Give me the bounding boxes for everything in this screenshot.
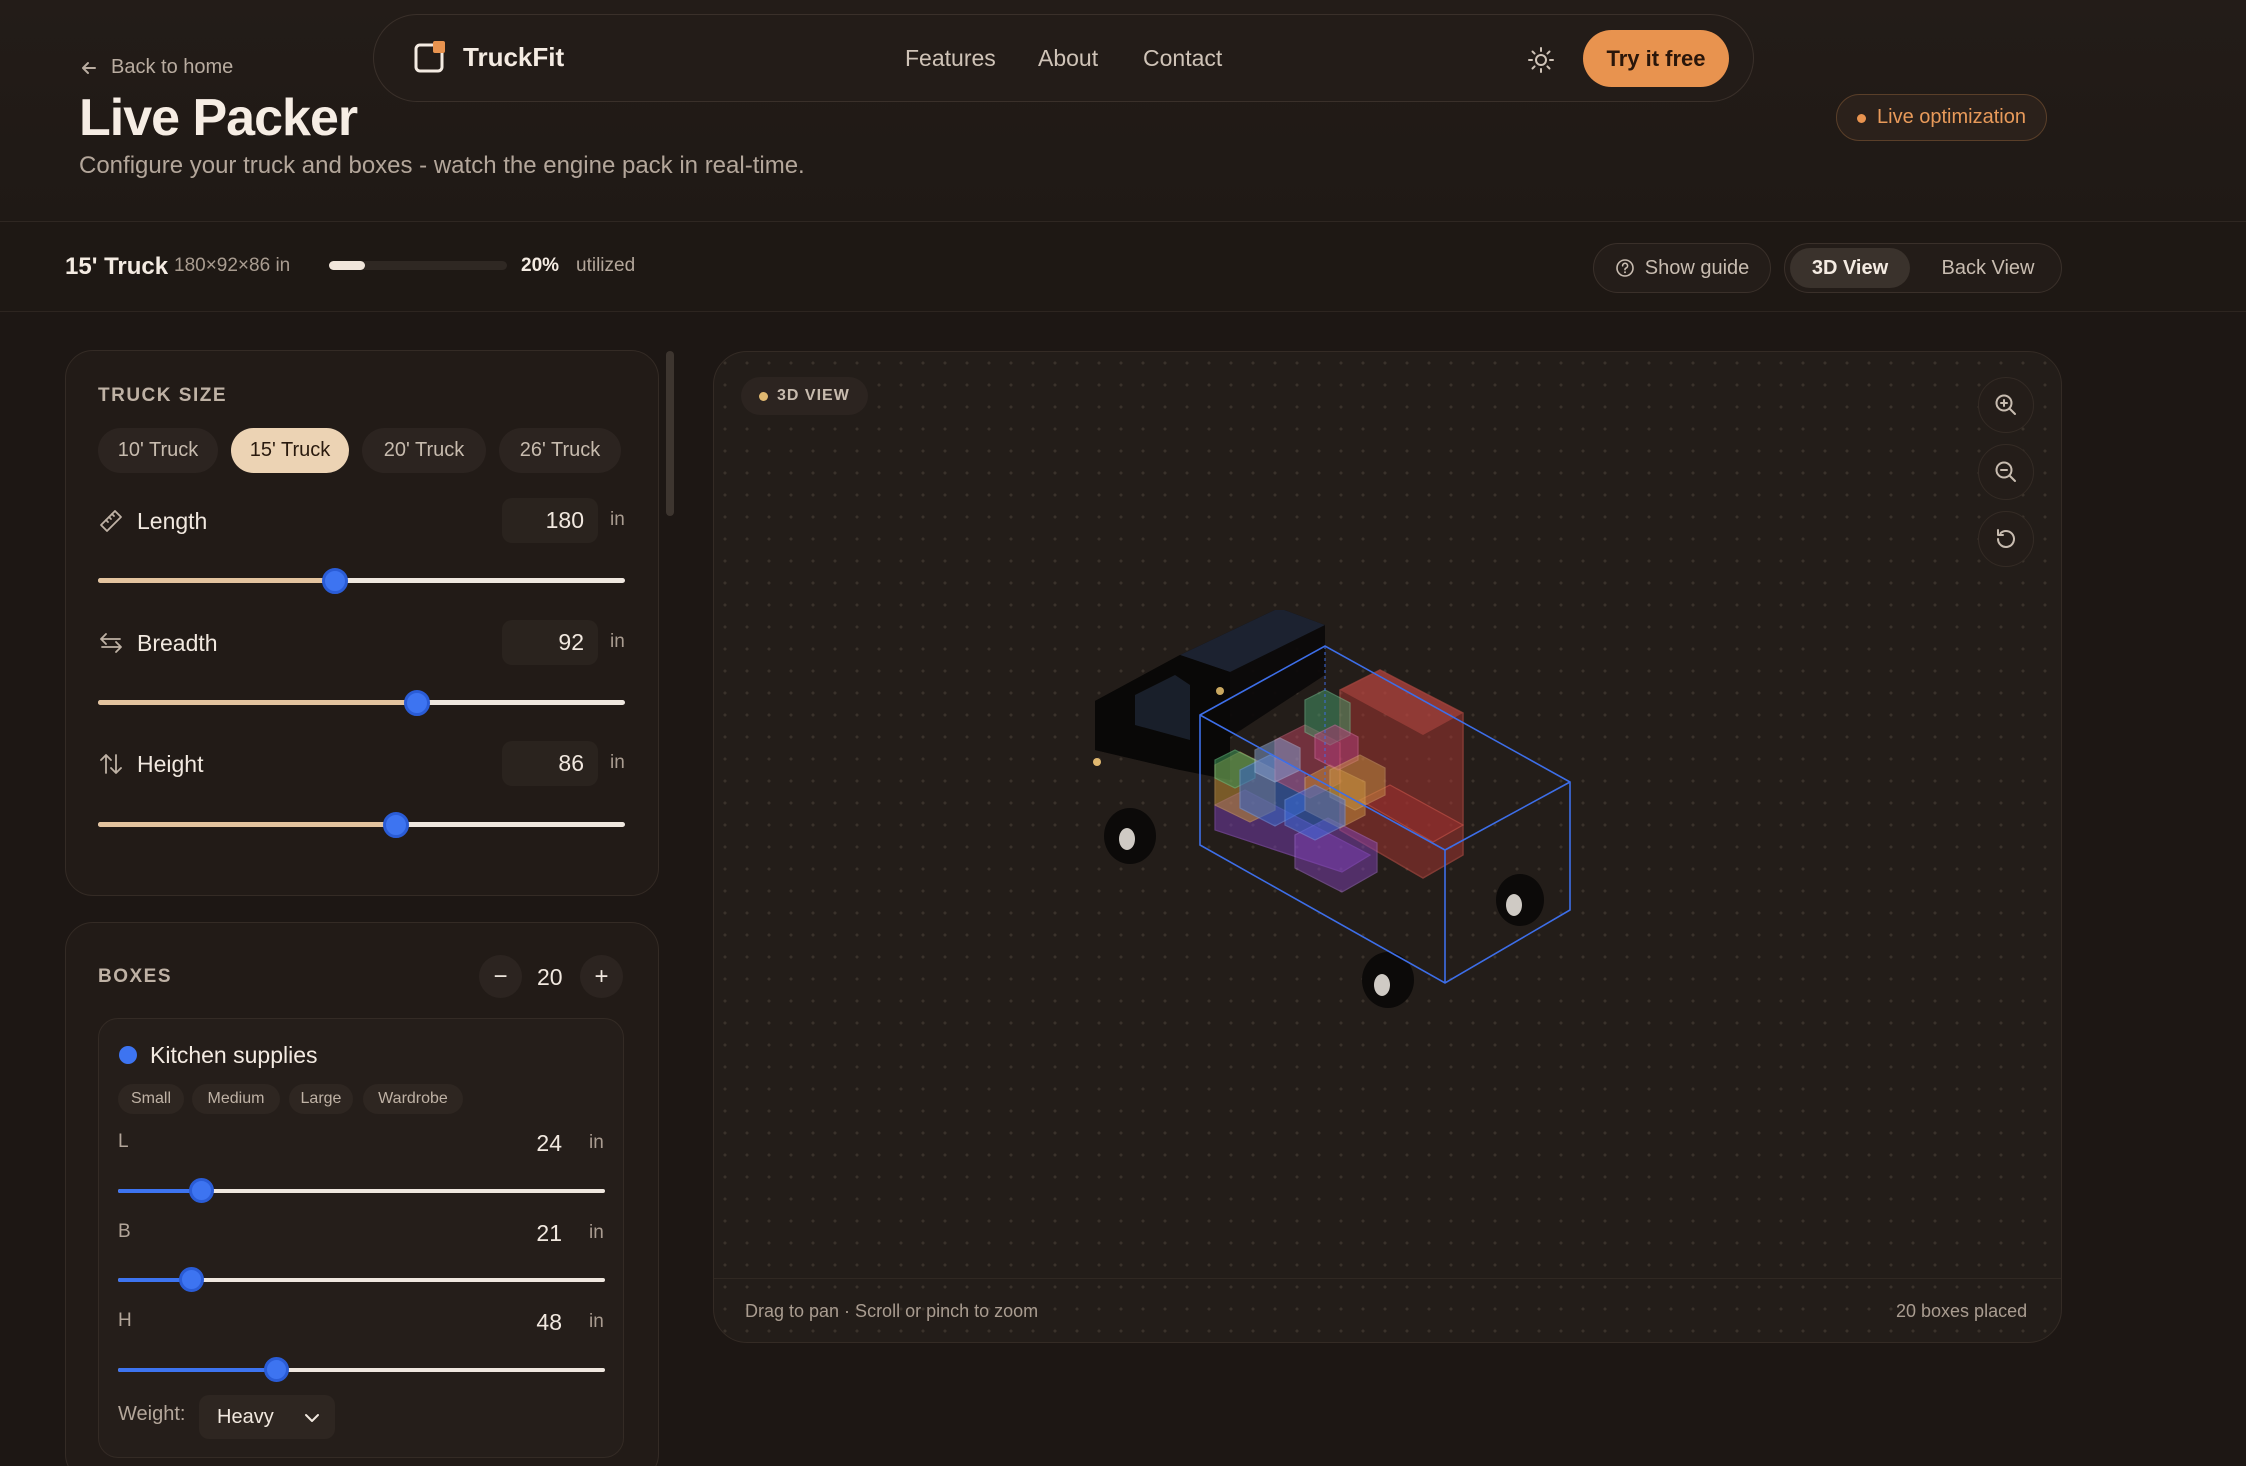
height-value[interactable]: 86 (502, 741, 598, 786)
weight-label: Weight: (118, 1403, 186, 1425)
length-unit: in (610, 509, 625, 530)
current-truck-name: 15' Truck (65, 253, 169, 280)
breadth-label: Breadth (137, 630, 218, 656)
height-slider-thumb[interactable] (383, 812, 409, 838)
view-mode-dot (759, 392, 768, 401)
breadth-slider-thumb[interactable] (404, 690, 430, 716)
truckfit-logo-icon (414, 41, 445, 73)
back-to-home-link[interactable]: Back to home (79, 56, 233, 79)
box-height-value[interactable]: 48 (500, 1309, 562, 1336)
panel-scrollbar[interactable] (666, 351, 674, 516)
box-length-slider-thumb[interactable] (189, 1178, 214, 1203)
reset-icon (1997, 529, 2015, 548)
back-label: Back to home (111, 56, 234, 78)
utilization-bar-fill (329, 261, 365, 270)
utilization-label: utilized (576, 255, 636, 276)
breadth-unit: in (610, 631, 625, 652)
box-length-unit: in (589, 1132, 604, 1153)
increase-boxes-button[interactable]: + (580, 955, 623, 998)
reset-view-button[interactable] (1978, 511, 2034, 567)
view-mode-label: 3D VIEW (777, 387, 850, 404)
length-slider-thumb[interactable] (322, 568, 348, 594)
show-guide-label: Show guide (1644, 256, 1750, 279)
show-guide-button[interactable]: Show guide (1593, 243, 1771, 293)
size-chip-small[interactable]: Small (118, 1084, 184, 1114)
live-badge-label: Live optimization (1877, 106, 2026, 128)
truck-size-heading: TRUCK SIZE (98, 385, 227, 406)
zoom-in-icon (1995, 394, 2016, 415)
tab-back-view[interactable]: Back View (1920, 248, 2056, 288)
breadth-value[interactable]: 92 (502, 620, 598, 665)
boxes-placed-count: 20 boxes placed (1896, 1301, 2028, 1321)
box-breadth-unit: in (589, 1222, 604, 1243)
decrease-boxes-button[interactable]: − (479, 955, 522, 998)
box-length-value[interactable]: 24 (500, 1130, 562, 1157)
box-count: 20 (537, 964, 563, 990)
size-chip-medium[interactable]: Medium (192, 1084, 280, 1114)
sun-icon[interactable] (1527, 46, 1555, 74)
breadth-slider-fill (98, 700, 417, 705)
tab-3d-view[interactable]: 3D View (1790, 248, 1910, 288)
box-item-name: Kitchen supplies (150, 1042, 318, 1068)
preset-20ft-truck[interactable]: 20' Truck (362, 428, 486, 473)
live-dot (1857, 114, 1866, 123)
nav-features-link[interactable]: Features (905, 45, 996, 72)
preset-15ft-truck[interactable]: 15' Truck (231, 428, 349, 473)
weight-select[interactable]: Heavy (199, 1395, 335, 1439)
weight-select-value: Heavy (217, 1405, 274, 1428)
nav-about-link[interactable]: About (1038, 45, 1098, 72)
box-breadth-label: B (118, 1221, 131, 1242)
ruler-icon (100, 510, 122, 532)
height-slider-fill (98, 822, 396, 827)
live-optimization-badge: Live optimization (1836, 94, 2047, 141)
utilization-percent: 20% (521, 255, 560, 276)
height-label: Height (137, 751, 204, 777)
page-title: Live Packer (79, 89, 358, 147)
try-free-button[interactable]: Try it free (1583, 30, 1729, 87)
zoom-out-icon (1995, 461, 2016, 482)
zoom-out-button[interactable] (1978, 444, 2034, 500)
length-slider-fill (98, 578, 335, 583)
swap-vertical-icon (100, 754, 122, 774)
size-chip-large[interactable]: Large (289, 1084, 353, 1114)
preset-10ft-truck[interactable]: 10' Truck (98, 428, 218, 473)
help-circle-icon (1615, 259, 1634, 277)
chevron-down-icon (305, 1414, 319, 1422)
length-value[interactable]: 180 (502, 498, 598, 543)
length-label: Length (137, 508, 208, 534)
viewport-footer-divider (714, 1278, 2061, 1279)
swap-horizontal-icon (100, 633, 122, 653)
viewport-hint: Drag to pan · Scroll or pinch to zoom (745, 1301, 1039, 1321)
box-breadth-slider-thumb[interactable] (179, 1267, 204, 1292)
boxes-heading: BOXES (98, 966, 173, 987)
box-height-slider-thumb[interactable] (264, 1357, 289, 1382)
height-unit: in (610, 752, 625, 773)
zoom-in-button[interactable] (1978, 377, 2034, 433)
view-mode-badge: 3D VIEW (741, 377, 868, 415)
box-height-slider-fill (118, 1368, 276, 1372)
nav-contact-link[interactable]: Contact (1143, 45, 1222, 72)
arrow-left-icon (82, 61, 96, 74)
box-height-label: H (118, 1310, 132, 1331)
brand-name: TruckFit (463, 42, 565, 72)
packed-truck-render (1093, 610, 1571, 1008)
box-length-label: L (118, 1131, 129, 1152)
box-height-unit: in (589, 1311, 604, 1332)
current-truck-dims: 180×92×86 in (174, 255, 291, 276)
preset-26ft-truck[interactable]: 26' Truck (499, 428, 621, 473)
box-breadth-value[interactable]: 21 (500, 1220, 562, 1247)
page-subtitle: Configure your truck and boxes - watch t… (79, 152, 805, 179)
box-color-dot (119, 1046, 137, 1064)
size-chip-wardrobe[interactable]: Wardrobe (363, 1084, 463, 1114)
